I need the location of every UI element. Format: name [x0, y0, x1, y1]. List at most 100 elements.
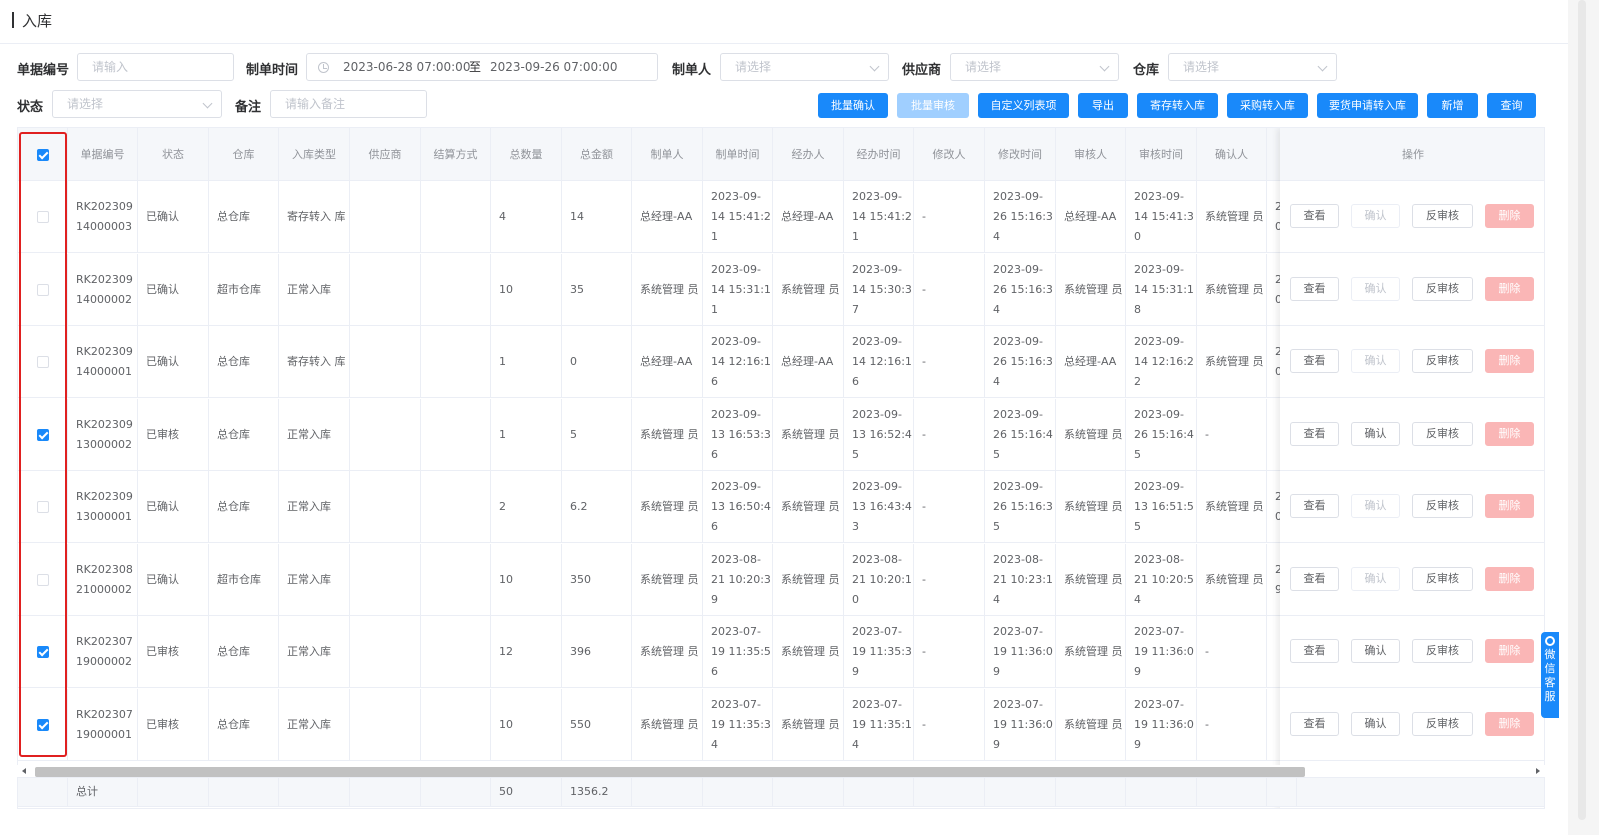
export-button[interactable]: 导出 [1078, 93, 1128, 118]
table-cell: 1 [491, 398, 562, 471]
table-cell: RK202308 21000002 [68, 543, 138, 616]
supplier-label: 供应商 [902, 63, 942, 78]
table-cell: RK202307 19000002 [68, 616, 138, 688]
view-button[interactable]: 查看 [1290, 204, 1339, 228]
make-time-range-picker[interactable]: 2023-06-28 07:00:00 至 2023-09-26 07:00:0… [306, 53, 658, 81]
confirm-button[interactable]: 确认 [1351, 204, 1400, 228]
request-to-stockin-button[interactable]: 要货申请转入库 [1317, 93, 1418, 118]
table-cell: 正常入库 [279, 543, 350, 616]
unaudit-button[interactable]: 反审核 [1412, 276, 1473, 301]
confirm-button[interactable]: 确认 [1351, 494, 1400, 518]
table-cell: 寄存转入 库 [279, 326, 350, 398]
table-cell: RK202309 14000001 [68, 326, 138, 398]
batch-audit-button[interactable]: 批量审核 [897, 93, 969, 118]
table-cell: 2023-07- 19 11:35:3 4 [703, 688, 773, 761]
delete-button[interactable]: 删除 [1485, 276, 1534, 301]
table-cell [421, 253, 491, 326]
delete-button[interactable]: 删除 [1485, 421, 1534, 446]
view-button[interactable]: 查看 [1290, 494, 1339, 518]
view-button[interactable]: 查看 [1290, 349, 1339, 373]
unaudit-button[interactable]: 反审核 [1412, 421, 1473, 446]
unaudit-button[interactable]: 反审核 [1412, 204, 1473, 228]
table-cell: 2023-09- 14 15:41:3 0 [1126, 181, 1197, 253]
table-cell: 2023-07- 19 11:36:0 9 [985, 616, 1056, 688]
headset-icon [1545, 636, 1555, 646]
table-cell: 2023-09- 13 16:52:4 5 [844, 398, 914, 471]
supplier-select[interactable]: 请选择 [950, 53, 1119, 81]
delete-button[interactable]: 删除 [1485, 204, 1534, 228]
column-header: 总数量 [491, 128, 562, 181]
consign-to-stockin-button[interactable]: 寄存转入库 [1137, 93, 1218, 118]
status-select[interactable]: 请选择 [52, 90, 222, 118]
view-button[interactable]: 查看 [1290, 421, 1339, 446]
add-button[interactable]: 新增 [1427, 93, 1478, 118]
scrollbar-thumb[interactable] [35, 767, 1305, 777]
table-cell: - [1197, 688, 1267, 761]
table-cell: 系统管理 员 [773, 471, 844, 543]
confirm-button[interactable]: 确认 [1351, 566, 1400, 591]
doc-no-input[interactable]: 请输入 [77, 53, 234, 81]
table-cell [350, 616, 421, 688]
unaudit-button[interactable]: 反审核 [1412, 494, 1473, 518]
delete-button[interactable]: 删除 [1485, 566, 1534, 591]
unaudit-button[interactable]: 反审核 [1412, 566, 1473, 591]
view-button[interactable]: 查看 [1290, 711, 1339, 736]
table-cell: 系统管理 员 [773, 616, 844, 688]
table-cell: - [914, 181, 985, 253]
delete-button[interactable]: 删除 [1485, 711, 1534, 736]
column-header: 修改时间 [985, 128, 1056, 181]
table-cell: 2023-08- 21 10:20:5 4 [1126, 543, 1197, 616]
table-cell: 2023-08- 21 10:20:3 9 [703, 543, 773, 616]
maker-select[interactable]: 请选择 [720, 53, 889, 81]
clock-icon [318, 62, 329, 73]
remark-input[interactable]: 请输入备注 [270, 90, 427, 118]
view-button[interactable]: 查看 [1290, 276, 1339, 301]
summary-cell [914, 778, 985, 806]
scroll-right-icon[interactable] [1536, 768, 1540, 774]
table-cell: 已确认 [138, 543, 209, 616]
confirm-button[interactable]: 确认 [1351, 639, 1400, 663]
table-cell [421, 471, 491, 543]
chevron-down-icon [202, 98, 213, 109]
unaudit-button[interactable]: 反审核 [1412, 711, 1473, 736]
summary-cell [703, 778, 773, 806]
delete-button[interactable]: 删除 [1485, 494, 1534, 518]
confirm-button[interactable]: 确认 [1351, 349, 1400, 373]
warehouse-select[interactable]: 请选择 [1168, 53, 1337, 81]
summary-cell [209, 778, 279, 806]
table-cell: 2023-07- 19 11:35:3 9 [844, 616, 914, 688]
confirm-button[interactable]: 确认 [1351, 276, 1400, 301]
table-cell: 系统管理 员 [632, 616, 703, 688]
supplier-placeholder: 请选择 [965, 60, 1002, 74]
table-cell: 2023-07- 19 11:36:0 9 [1126, 616, 1197, 688]
page-scrollbar-thumb[interactable] [1578, 0, 1586, 820]
start-date[interactable]: 2023-06-28 07:00:00 [343, 54, 470, 80]
view-button[interactable]: 查看 [1290, 566, 1339, 591]
table-cell: 2 [491, 471, 562, 543]
wechat-service-widget[interactable]: 微信客服 [1541, 632, 1559, 718]
batch-confirm-button[interactable]: 批量确认 [818, 93, 888, 118]
confirm-button[interactable]: 确认 [1351, 421, 1400, 446]
unaudit-button[interactable]: 反审核 [1412, 639, 1473, 663]
table-cell: 系统管理 员 [632, 398, 703, 471]
query-button[interactable]: 查询 [1487, 93, 1536, 118]
table-cell [350, 543, 421, 616]
delete-button[interactable]: 删除 [1485, 349, 1534, 373]
ops-fixed-column: 操作 查看 确认 反审核 删除 查看 确认 反审核 删除 查看 确认 反审核 删除 查看 确认 反审核 删除查… [1280, 128, 1544, 808]
table-cell: - [914, 471, 985, 543]
delete-button[interactable]: 删除 [1485, 639, 1534, 663]
purchase-to-stockin-button[interactable]: 采购转入库 [1227, 93, 1308, 118]
scroll-left-icon[interactable] [22, 768, 26, 774]
confirm-button[interactable]: 确认 [1351, 711, 1400, 736]
custom-columns-button[interactable]: 自定义列表项 [978, 93, 1069, 118]
table-cell: 系统管理 员 [632, 543, 703, 616]
horizontal-scrollbar[interactable] [17, 765, 1545, 777]
unaudit-button[interactable]: 反审核 [1412, 349, 1473, 373]
table-cell: 系统管理 员 [1056, 471, 1126, 543]
end-date[interactable]: 2023-09-26 07:00:00 [490, 54, 617, 80]
table-cell: 10 [491, 253, 562, 326]
page-scrollbar[interactable] [1568, 0, 1599, 835]
table-cell: 10 [491, 543, 562, 616]
table-cell: 2023-09- 14 12:16:1 6 [844, 326, 914, 398]
view-button[interactable]: 查看 [1290, 639, 1339, 663]
